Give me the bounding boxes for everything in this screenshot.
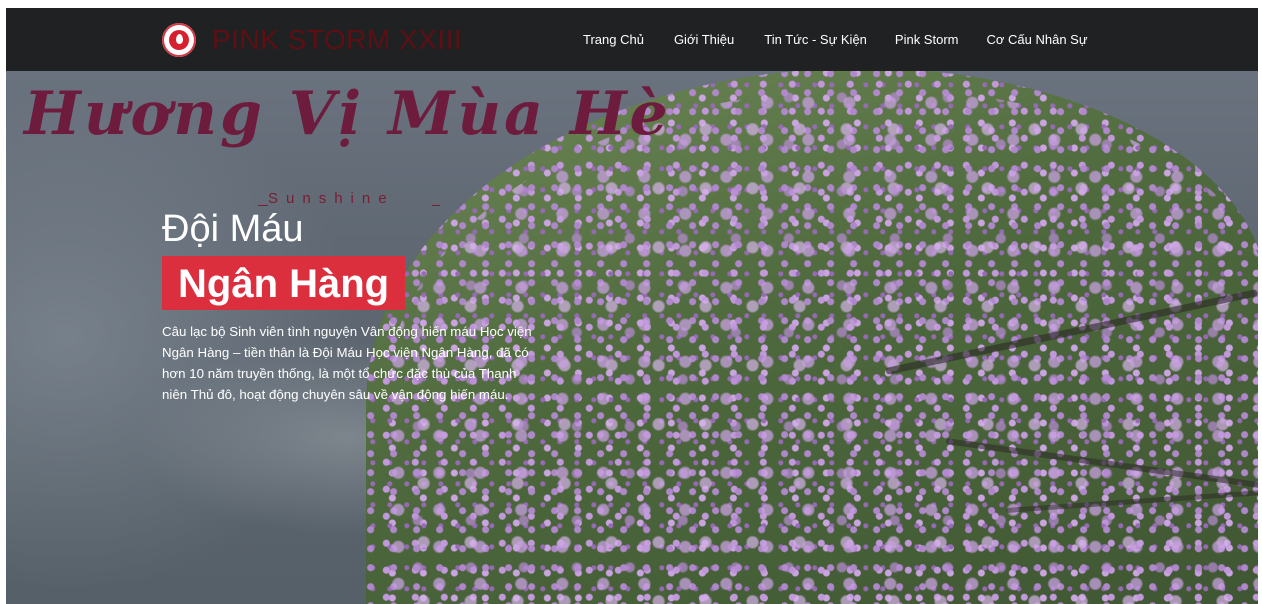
- page-viewport: PINK STORM XXIII Trang Chủ Giới Thiệu Ti…: [6, 8, 1258, 604]
- nav-item-tin-tuc-su-kien[interactable]: Tin Tức - Sự Kiện: [764, 32, 867, 48]
- nav-item-gioi-thieu[interactable]: Giới Thiệu: [674, 32, 734, 48]
- hero-description: Câu lạc bộ Sinh viên tình nguyện Vân độn…: [162, 324, 532, 402]
- blood-drop-logo-icon[interactable]: [162, 23, 196, 57]
- script-title: Hương Vị Mùa Hè: [24, 79, 671, 149]
- top-navbar: PINK STORM XXIII Trang Chủ Giới Thiệu Ti…: [6, 8, 1258, 71]
- hero-heading: Đội Máu: [162, 208, 304, 250]
- tagline-dash-right: [432, 205, 440, 206]
- logo-badge: [169, 30, 189, 50]
- nav-item-co-cau-nhan-su[interactable]: Cơ Cấu Nhân Sự: [986, 32, 1087, 48]
- drop-shape: [176, 34, 183, 44]
- nav-item-pink-storm[interactable]: Pink Storm: [895, 32, 959, 48]
- nav-item-trang-chu[interactable]: Trang Chủ: [583, 32, 644, 48]
- tagline-sunshine: Sunshine: [268, 190, 395, 207]
- hero-highlight-badge: Ngân Hàng: [162, 256, 406, 310]
- brand-title[interactable]: PINK STORM XXIII: [212, 23, 462, 57]
- main-nav: Trang Chủ Giới Thiệu Tin Tức - Sự Kiện P…: [583, 32, 1088, 48]
